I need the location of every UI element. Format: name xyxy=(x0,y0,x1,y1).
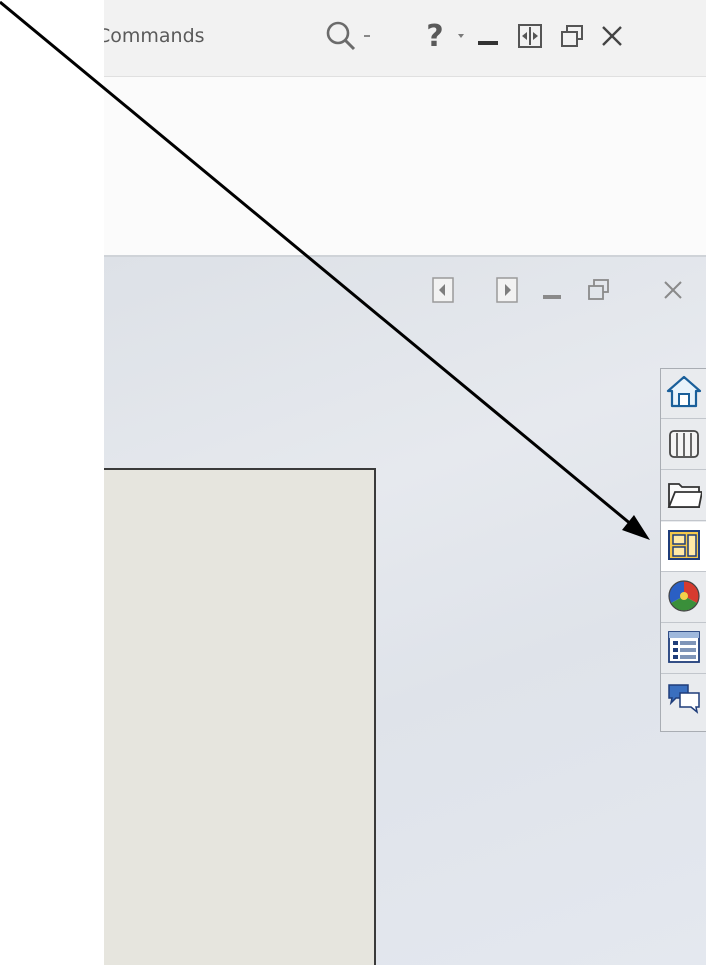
restore-icon[interactable] xyxy=(582,270,616,310)
help-icon[interactable]: ? xyxy=(418,16,452,56)
minimize-icon[interactable] xyxy=(536,270,570,310)
task-pane-tabs xyxy=(660,368,706,732)
tile-right-icon[interactable] xyxy=(490,270,524,310)
tab-home[interactable] xyxy=(661,369,706,419)
home-icon xyxy=(666,374,702,414)
tab-design-library[interactable] xyxy=(661,420,706,470)
tile-left-icon[interactable] xyxy=(426,270,460,310)
solidworks-window: Commands ? xyxy=(0,0,706,965)
chevron-down-icon[interactable] xyxy=(360,16,374,56)
fit-window-icon[interactable] xyxy=(512,16,548,56)
close-icon[interactable] xyxy=(594,16,630,56)
tab-view-palette[interactable] xyxy=(661,522,706,572)
close-icon[interactable] xyxy=(656,270,690,310)
tab-custom-properties[interactable] xyxy=(661,624,706,674)
restore-icon[interactable] xyxy=(554,16,590,56)
view-palette-icon xyxy=(666,527,702,567)
design-library-icon xyxy=(666,425,702,465)
forum-icon xyxy=(666,680,702,720)
tab-forum[interactable] xyxy=(661,675,706,725)
search-input[interactable]: Commands xyxy=(104,20,324,52)
tab-file-explorer[interactable] xyxy=(661,471,706,521)
minimize-icon[interactable] xyxy=(470,16,506,56)
file-explorer-icon xyxy=(666,476,704,516)
help-label: ? xyxy=(426,18,444,54)
title-bar: Commands ? xyxy=(104,0,706,77)
drawing-sheet[interactable] xyxy=(104,468,376,965)
search-placeholder: Commands xyxy=(104,25,205,47)
tab-appearances[interactable] xyxy=(661,573,706,623)
chevron-down-icon[interactable] xyxy=(452,16,470,56)
left-margin xyxy=(0,0,104,965)
custom-properties-icon xyxy=(666,629,702,669)
command-manager-area xyxy=(104,77,706,257)
search-icon[interactable] xyxy=(320,16,362,56)
appearances-icon xyxy=(666,578,702,618)
